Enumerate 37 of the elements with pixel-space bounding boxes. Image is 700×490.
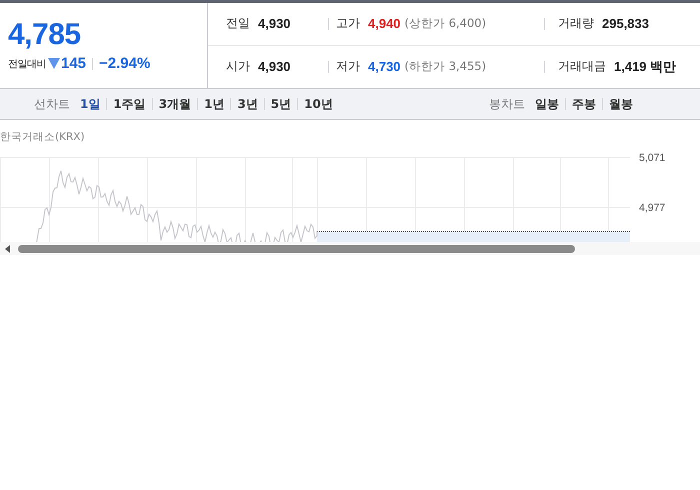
down-triangle-icon xyxy=(48,58,60,69)
stat-value: 295,833 xyxy=(602,16,649,32)
period-tab[interactable]: 3년 xyxy=(237,96,258,112)
stat-label: 고가 xyxy=(336,15,360,32)
scrollbar-thumb[interactable] xyxy=(18,244,575,252)
stat-value: 4,940 xyxy=(368,16,401,32)
horizontal-scrollbar[interactable] xyxy=(0,242,700,255)
stat-label: 전일 xyxy=(226,15,250,32)
period-tab[interactable]: 주봉 xyxy=(572,96,596,112)
axis-tick-label: 4,977 xyxy=(639,202,666,214)
period-tab[interactable]: 3개월 xyxy=(158,96,192,112)
period-tab[interactable]: 일봉 xyxy=(535,96,559,112)
period-tab[interactable]: 1주일 xyxy=(113,96,146,112)
period-tab[interactable]: 월봉 xyxy=(609,96,633,112)
data-source-label: 한국거래소(KRX) xyxy=(0,130,86,145)
period-tab[interactable]: 10년 xyxy=(304,96,333,112)
scroll-left-icon[interactable] xyxy=(5,244,10,252)
change-rate: −2.94% xyxy=(99,55,150,72)
period-tab[interactable]: 1일 xyxy=(80,96,100,112)
price-limit-note: (상한가 6,400) xyxy=(404,16,486,32)
stat-label: 거래량 xyxy=(558,15,594,32)
stat-value: 4,930 xyxy=(258,16,291,32)
change-amount: 145 xyxy=(61,55,86,72)
stat-label: 저가 xyxy=(336,58,360,76)
chart-type-label: 선차트 xyxy=(34,96,70,112)
stat-value: 4,930 xyxy=(258,59,291,74)
current-price: 4,785 xyxy=(8,19,82,51)
chart-type-label: 봉차트 xyxy=(489,96,525,112)
stat-value: 4,730 xyxy=(368,59,401,74)
stat-value: 1,419 백만 xyxy=(614,58,676,76)
period-tab[interactable]: 1년 xyxy=(204,96,224,112)
price-limit-note: (하한가 3,455) xyxy=(404,59,486,74)
axis-tick-label: 5,071 xyxy=(639,152,666,164)
change-label: 전일대비 xyxy=(8,58,46,70)
period-tab[interactable]: 5년 xyxy=(270,96,292,112)
stat-label: 시가 xyxy=(226,58,250,76)
stat-label: 거래대금 xyxy=(558,58,606,76)
